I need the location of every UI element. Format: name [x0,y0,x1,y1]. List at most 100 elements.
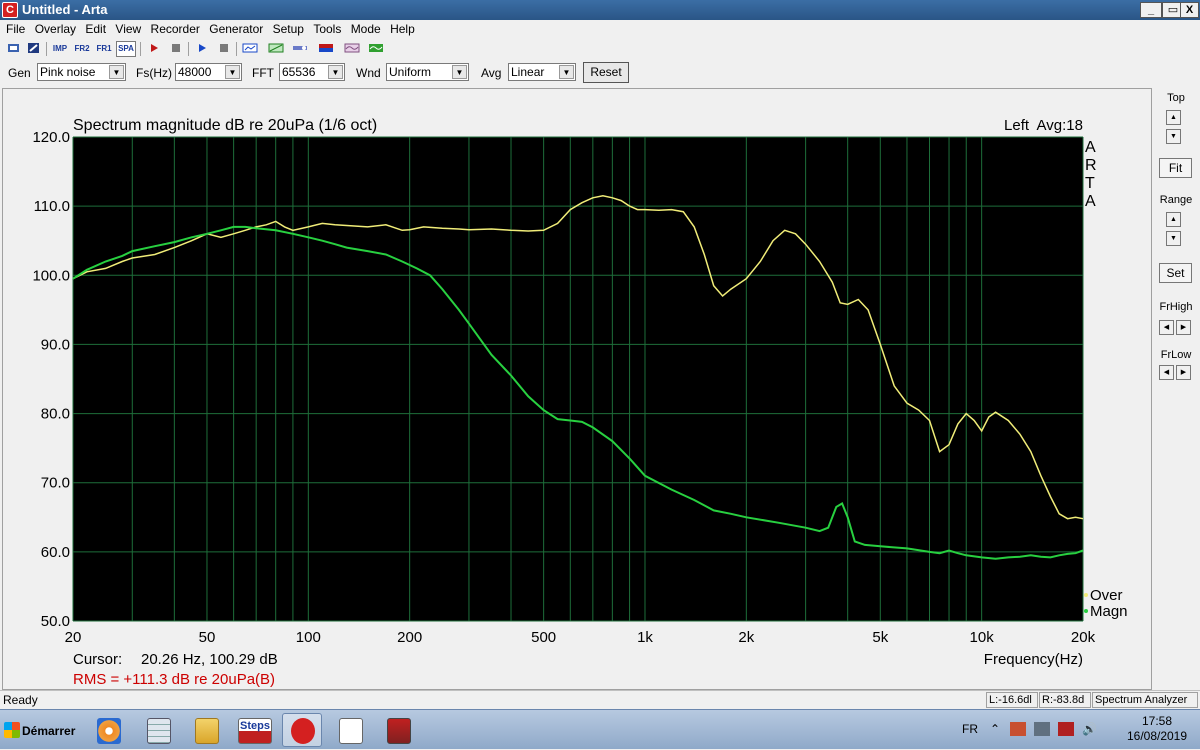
screenshot-app-icon[interactable] [378,713,418,747]
media-player-icon[interactable] [88,713,128,747]
recorder-settings-icon[interactable] [240,41,260,57]
menu-view[interactable]: View [109,20,141,36]
file-explorer-icon[interactable] [186,713,226,747]
legend-magn-marker [1084,609,1088,613]
mic-calibration-icon[interactable] [290,41,310,57]
save-icon[interactable] [24,41,44,57]
top-up-arrow-icon[interactable]: ▲ [1166,110,1181,125]
x-tick-label: 5k [872,629,888,646]
generator-wave-icon[interactable] [342,41,362,57]
limp-app-icon[interactable] [330,713,370,747]
menu-recorder[interactable]: Recorder [145,20,200,36]
left-level-readout: L:-16.6dl [986,692,1038,708]
generator-select-value: Pink noise [40,65,96,79]
top-down-arrow-icon[interactable]: ▼ [1166,129,1181,144]
toolbar-separator [46,42,47,56]
channel-info: Left Avg:18 [1004,117,1083,134]
x-tick-label: 2k [738,629,754,646]
chevron-down-icon[interactable]: ▼ [109,65,124,79]
fr2-mode-button[interactable]: FR2 [72,41,92,57]
play-icon[interactable] [192,41,212,57]
generator-select[interactable]: Pink noise ▼ [37,63,126,81]
averaging-select-value: Linear [511,65,545,79]
range-down-arrow-icon[interactable]: ▼ [1166,231,1181,246]
stop-generator-icon[interactable] [214,41,234,57]
open-icon[interactable] [4,41,24,57]
spa-mode-button[interactable]: SPA [116,41,136,57]
arta-taskbar-icon[interactable] [282,713,322,747]
signal-wave-icon[interactable] [366,41,386,57]
averaging-select[interactable]: Linear ▼ [508,63,576,81]
chevron-down-icon[interactable]: ▼ [559,65,574,79]
network-icon[interactable] [1058,722,1074,736]
fit-button[interactable]: Fit [1159,158,1192,178]
range-up-arrow-icon[interactable]: ▲ [1166,212,1181,227]
x-tick-label: 1k [637,629,653,646]
tray-app-icon[interactable] [1010,722,1026,736]
tray-app-icon[interactable] [1034,722,1050,736]
frlow-right-arrow-icon[interactable]: ▶ [1176,365,1191,380]
arta-icon[interactable]: C [2,2,18,18]
legend-magn: Magn [1090,603,1128,620]
frlow-left-arrow-icon[interactable]: ◀ [1159,365,1174,380]
frhigh-label: FrHigh [1159,301,1193,313]
window-select[interactable]: Uniform ▼ [386,63,469,81]
frhigh-left-arrow-icon[interactable]: ◀ [1159,320,1174,335]
status-text: Ready [3,693,38,707]
fft-size-select[interactable]: 65536 ▼ [279,63,345,81]
arta-letter: A [1085,139,1096,156]
range-label: Range [1159,194,1193,206]
start-label: Démarrer [22,724,76,738]
set-button[interactable]: Set [1159,263,1192,283]
record-icon[interactable] [144,41,164,57]
language-indicator[interactable]: FR [962,722,978,736]
x-tick-label: 500 [531,629,556,646]
legend-over-marker [1084,593,1088,597]
menu-file[interactable]: File [0,20,25,36]
frhigh-right-arrow-icon[interactable]: ▶ [1176,320,1191,335]
menu-tools[interactable]: Tools [307,20,341,36]
plot-area[interactable] [73,137,1083,621]
gen-label: Gen [8,66,31,80]
menu-generator[interactable]: Generator [203,20,263,36]
chevron-up-icon[interactable]: ⌃ [990,722,1000,736]
x-tick-label: 10k [970,629,995,646]
sample-rate-select[interactable]: 48000 ▼ [175,63,242,81]
wnd-label: Wnd [356,66,381,80]
y-tick-label: 120.0 [32,129,70,146]
volume-icon[interactable]: 🔊 [1082,722,1097,736]
stop-icon[interactable] [166,41,186,57]
x-tick-label: 200 [397,629,422,646]
calculator-icon[interactable] [138,713,178,747]
start-button[interactable]: Démarrer [2,718,80,744]
close-button[interactable]: X [1180,2,1199,18]
menu-setup[interactable]: Setup [267,20,304,36]
status-bar: Ready L:-16.6dl R:-83.8d Spectrum Analyz… [0,690,1200,709]
menu-mode[interactable]: Mode [345,20,381,36]
x-tick-label: 20 [65,629,82,646]
chevron-down-icon[interactable]: ▼ [452,65,467,79]
menu-bar: File Overlay Edit View Recorder Generato… [0,20,1200,39]
fft-size-select-value: 65536 [282,65,316,79]
spectrum-chart[interactable]: 120.0 110.0 100.0 90.0 80.0 70.0 60.0 50.0 20 50… [3,89,1151,689]
chevron-down-icon[interactable]: ▼ [225,65,240,79]
cursor-readout: 20.26 Hz, 100.29 dB [141,651,278,668]
y-tick-label: 80.0 [41,406,70,423]
flag-icon[interactable] [316,41,336,57]
fr1-mode-button[interactable]: FR1 [94,41,114,57]
steps-app-icon[interactable]: Steps [234,713,274,747]
x-axis-label: Frequency(Hz) [984,651,1083,668]
clock[interactable]: 17:58 16/08/2019 [1122,714,1192,744]
rms-readout: RMS = +111.3 dB re 20uPa(B) [73,671,275,688]
audio-devices-icon[interactable] [266,41,286,57]
reset-button[interactable]: Reset [583,62,629,83]
menu-help[interactable]: Help [384,20,415,36]
taskbar: Démarrer Steps FR ⌃ 🔊 17:58 16/08/2019 [0,709,1200,749]
chevron-down-icon[interactable]: ▼ [328,65,343,79]
minimize-button[interactable]: _ [1140,2,1162,18]
y-tick-label: 90.0 [41,336,70,353]
menu-overlay[interactable]: Overlay [29,20,76,36]
cursor-label: Cursor: [73,651,122,668]
impulse-mode-button[interactable]: IMP [50,41,70,57]
menu-edit[interactable]: Edit [79,20,106,36]
